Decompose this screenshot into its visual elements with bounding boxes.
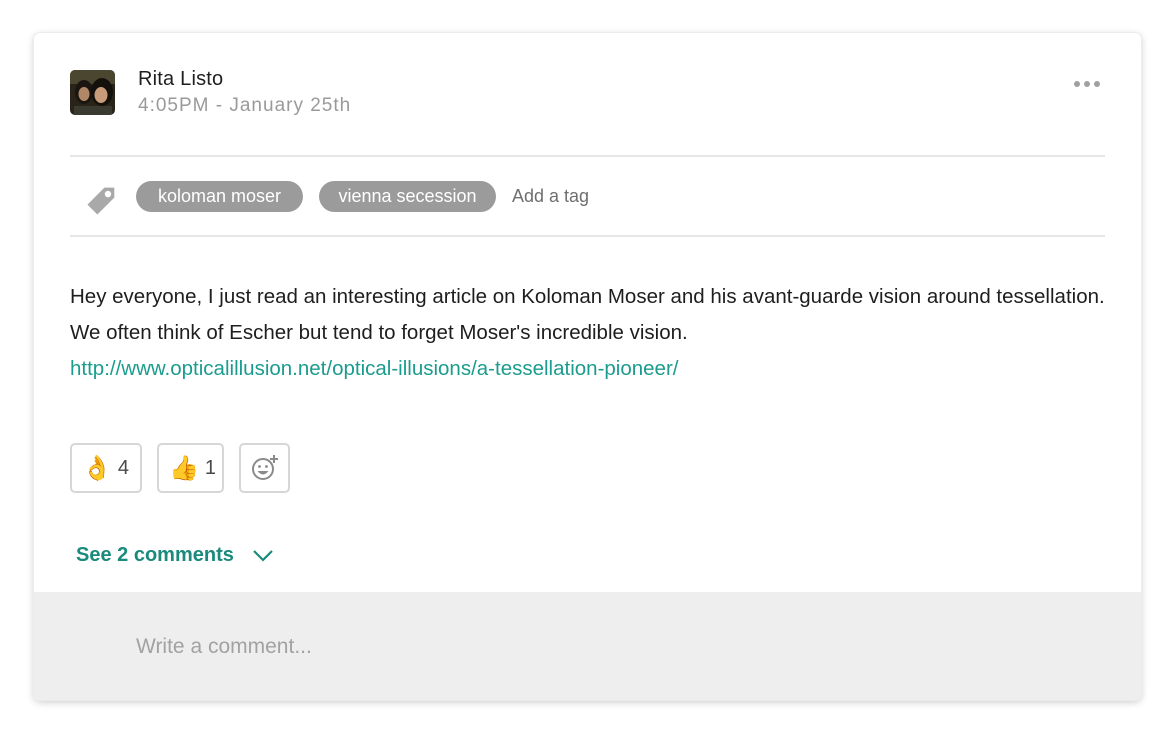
avatar[interactable] (70, 70, 115, 115)
more-options-icon[interactable] (1074, 80, 1100, 88)
thumbs-up-icon: 👍 (169, 454, 199, 482)
add-tag-button[interactable]: Add a tag (512, 186, 589, 207)
comment-area (34, 592, 1141, 700)
tag-chip-vienna-secession[interactable]: vienna secession (319, 181, 496, 212)
see-comments-label: See 2 comments (76, 544, 234, 566)
divider (70, 235, 1105, 237)
reaction-thumbs-up-button[interactable]: 👍 1 (157, 443, 224, 493)
see-comments-button[interactable]: See 2 comments (76, 544, 274, 567)
post-card: Rita Listo 4:05PM - January 25th koloman… (34, 33, 1141, 700)
author-name[interactable]: Rita Listo (138, 68, 223, 91)
add-reaction-button[interactable] (239, 443, 290, 493)
divider (70, 155, 1105, 157)
comment-input[interactable] (134, 630, 938, 664)
post-link[interactable]: http://www.opticalillusion.net/optical-i… (70, 351, 678, 387)
ok-hand-icon: 👌 (82, 454, 112, 482)
chevron-down-icon (253, 549, 273, 562)
post-timestamp: 4:05PM - January 25th (138, 95, 352, 116)
reaction-count: 1 (204, 456, 217, 479)
reaction-count: 4 (117, 456, 130, 479)
post-body: Hey everyone, I just read an interesting… (70, 285, 1105, 344)
tag-icon (87, 187, 115, 215)
reaction-ok-hand-button[interactable]: 👌 4 (70, 443, 142, 493)
tag-chip-koloman-moser[interactable]: koloman moser (136, 181, 303, 212)
add-emoji-icon (251, 455, 278, 480)
